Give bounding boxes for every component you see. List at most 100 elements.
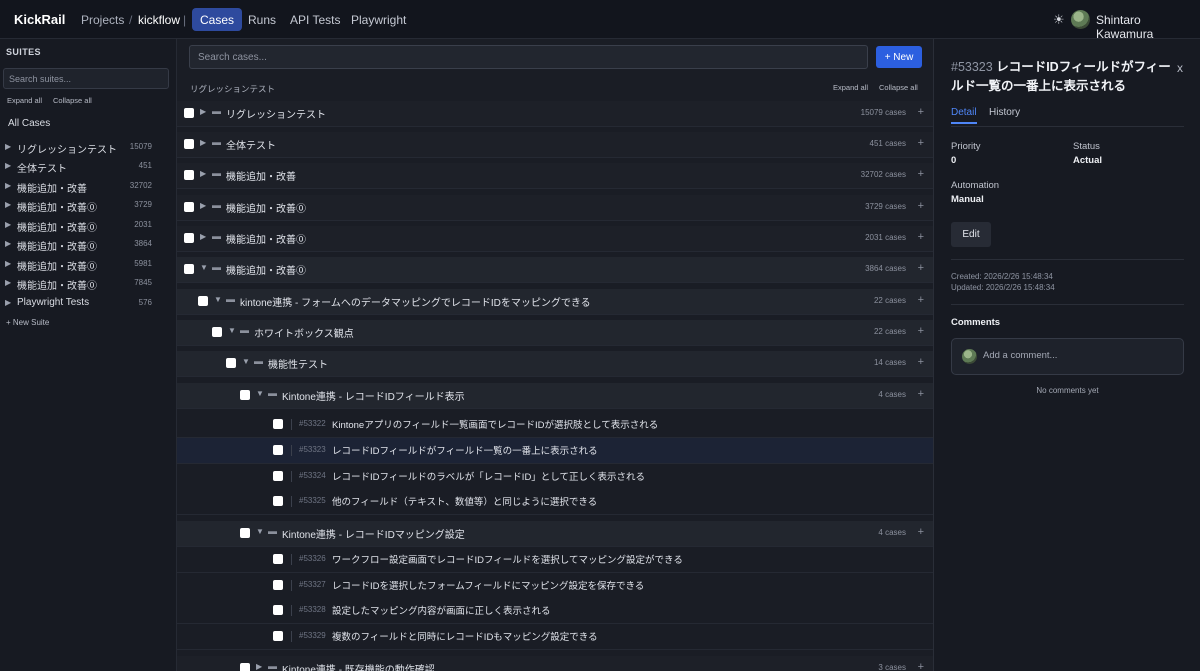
nav-projects-link[interactable]: Projects <box>81 13 124 27</box>
chevron-right-icon[interactable]: ▶ <box>5 142 11 151</box>
case-row[interactable]: #53322 Kintoneアプリのフィールド一覧画面でレコードIDが選択肢とし… <box>177 412 933 438</box>
sidebar-suite-item[interactable]: ▶ 機能追加・改善 32702 <box>0 179 176 198</box>
folder-row[interactable]: ▼ ▬ 機能追加・改善⓪ 3864 cases + <box>177 257 933 283</box>
row-checkbox[interactable] <box>240 528 250 538</box>
chevron-right-icon[interactable]: ▶ <box>200 232 206 241</box>
folder-row[interactable]: ▼ ▬ Kintone連携 - レコードIDマッピング設定 4 cases + <box>177 521 933 547</box>
row-checkbox[interactable] <box>226 358 236 368</box>
row-checkbox[interactable] <box>273 631 283 641</box>
row-checkbox[interactable] <box>184 264 194 274</box>
case-row[interactable]: #53329 複数のフィールドと同時にレコードIDもマッピング設定できる <box>177 624 933 650</box>
case-title[interactable]: レコードIDフィールドのラベルが「レコードID」として正しく表示される <box>332 469 645 483</box>
expand-all-button[interactable]: Expand all <box>833 83 868 92</box>
add-case-icon[interactable]: + <box>918 325 924 337</box>
user-name[interactable]: Shintaro Kawamura <box>1096 13 1200 41</box>
sidebar-collapse-all-button[interactable]: Collapse all <box>53 96 92 105</box>
case-title[interactable]: 設定したマッピング内容が画面に正しく表示される <box>332 603 551 617</box>
case-search-input[interactable] <box>189 45 868 69</box>
sidebar-suite-item[interactable]: ▶ 機能追加・改善⓪ 2031 <box>0 218 176 237</box>
chevron-down-icon[interactable]: ▼ <box>200 263 208 272</box>
case-row[interactable]: #53326 ワークフロー設定画面でレコードIDフィールドを選択してマッピング設… <box>177 547 933 573</box>
add-case-icon[interactable]: + <box>918 356 924 368</box>
case-row[interactable]: #53327 レコードIDを選択したフォームフィールドにマッピング設定を保存でき… <box>177 573 933 599</box>
chevron-right-icon[interactable]: ▶ <box>200 138 206 147</box>
folder-row[interactable]: ▶ ▬ 全体テスト 451 cases + <box>177 132 933 158</box>
chevron-right-icon[interactable]: ▶ <box>5 298 11 307</box>
row-checkbox[interactable] <box>273 445 283 455</box>
row-checkbox[interactable] <box>184 108 194 118</box>
row-checkbox[interactable] <box>273 496 283 506</box>
chevron-right-icon[interactable]: ▶ <box>5 161 11 170</box>
case-title[interactable]: 複数のフィールドと同時にレコードIDもマッピング設定できる <box>332 629 598 643</box>
new-case-button[interactable]: + New <box>876 46 922 68</box>
sidebar-suite-item[interactable]: ▶ 機能追加・改善⓪ 3864 <box>0 237 176 256</box>
chevron-right-icon[interactable]: ▶ <box>200 107 206 116</box>
chevron-right-icon[interactable]: ▶ <box>5 239 11 248</box>
row-checkbox[interactable] <box>212 327 222 337</box>
case-title[interactable]: 他のフィールド（テキスト、数値等）と同じように選択できる <box>332 494 597 508</box>
case-title[interactable]: レコードIDを選択したフォームフィールドにマッピング設定を保存できる <box>332 578 644 592</box>
sidebar-suite-item[interactable]: ▶ 機能追加・改善⓪ 7845 <box>0 276 176 295</box>
chevron-right-icon[interactable]: ▶ <box>200 169 206 178</box>
add-case-icon[interactable]: + <box>918 526 924 538</box>
chevron-right-icon[interactable]: ▶ <box>5 181 11 190</box>
add-case-icon[interactable]: + <box>918 661 924 671</box>
sidebar-expand-all-button[interactable]: Expand all <box>7 96 42 105</box>
add-case-icon[interactable]: + <box>918 168 924 180</box>
tab-detail[interactable]: Detail <box>951 107 977 124</box>
folder-row[interactable]: ▶ ▬ Kintone連携 - 既存機能の動作確認 3 cases + <box>177 656 933 671</box>
all-cases-link[interactable]: All Cases <box>8 118 50 129</box>
folder-row[interactable]: ▼ ▬ ホワイトボックス観点 22 cases + <box>177 320 933 346</box>
row-checkbox[interactable] <box>198 296 208 306</box>
case-title[interactable]: レコードIDフィールドがフィールド一覧の一番上に表示される <box>332 443 598 457</box>
add-case-icon[interactable]: + <box>918 106 924 118</box>
sidebar-suite-item[interactable]: ▶ Playwright Tests 576 <box>0 296 176 315</box>
user-avatar[interactable] <box>1071 10 1090 29</box>
sidebar-suite-item[interactable]: ▶ 全体テスト 451 <box>0 159 176 178</box>
chevron-right-icon[interactable]: ▶ <box>200 201 206 210</box>
row-checkbox[interactable] <box>273 605 283 615</box>
nav-project-name[interactable]: kickflow <box>138 13 180 27</box>
chevron-right-icon[interactable]: ▶ <box>5 220 11 229</box>
chevron-down-icon[interactable]: ▼ <box>214 295 222 304</box>
comment-input[interactable]: Add a comment... <box>951 338 1184 375</box>
folder-row[interactable]: ▶ ▬ 機能追加・改善⓪ 2031 cases + <box>177 226 933 252</box>
folder-row[interactable]: ▶ ▬ 機能追加・改善 32702 cases + <box>177 163 933 189</box>
nav-tab-api-tests[interactable]: API Tests <box>290 13 340 27</box>
folder-row[interactable]: ▶ ▬ 機能追加・改善⓪ 3729 cases + <box>177 195 933 221</box>
collapse-all-button[interactable]: Collapse all <box>879 83 918 92</box>
row-checkbox[interactable] <box>184 170 194 180</box>
row-checkbox[interactable] <box>273 580 283 590</box>
brand-logo[interactable]: KickRail <box>14 12 65 27</box>
nav-tab-runs[interactable]: Runs <box>248 13 276 27</box>
new-suite-button[interactable]: + New Suite <box>6 318 49 327</box>
sidebar-suite-item[interactable]: ▶ 機能追加・改善⓪ 3729 <box>0 198 176 217</box>
row-checkbox[interactable] <box>184 233 194 243</box>
chevron-down-icon[interactable]: ▼ <box>256 527 264 536</box>
case-title[interactable]: ワークフロー設定画面でレコードIDフィールドを選択してマッピング設定ができる <box>332 552 683 566</box>
chevron-right-icon[interactable]: ▶ <box>5 200 11 209</box>
nav-tab-playwright[interactable]: Playwright <box>351 13 406 27</box>
theme-toggle-sun-icon[interactable]: ☀ <box>1053 12 1065 28</box>
case-row-selected[interactable]: #53323 レコードIDフィールドがフィールド一覧の一番上に表示される <box>177 438 933 464</box>
close-icon[interactable]: x <box>1177 61 1183 75</box>
row-checkbox[interactable] <box>184 139 194 149</box>
row-checkbox[interactable] <box>184 202 194 212</box>
add-case-icon[interactable]: + <box>918 294 924 306</box>
case-title[interactable]: Kintoneアプリのフィールド一覧画面でレコードIDが選択肢として表示される <box>332 417 658 431</box>
row-checkbox[interactable] <box>240 663 250 671</box>
row-checkbox[interactable] <box>273 419 283 429</box>
case-row[interactable]: #53328 設定したマッピング内容が画面に正しく表示される <box>177 598 933 624</box>
chevron-down-icon[interactable]: ▼ <box>242 357 250 366</box>
row-checkbox[interactable] <box>273 554 283 564</box>
add-case-icon[interactable]: + <box>918 137 924 149</box>
suite-search-input[interactable] <box>3 68 169 89</box>
add-case-icon[interactable]: + <box>918 388 924 400</box>
case-row[interactable]: #53325 他のフィールド（テキスト、数値等）と同じように選択できる <box>177 489 933 515</box>
chevron-right-icon[interactable]: ▶ <box>256 662 262 671</box>
add-case-icon[interactable]: + <box>918 231 924 243</box>
sidebar-suite-item[interactable]: ▶ リグレッションテスト 15079 <box>0 140 176 159</box>
sidebar-suite-item[interactable]: ▶ 機能追加・改善⓪ 5981 <box>0 257 176 276</box>
row-checkbox[interactable] <box>240 390 250 400</box>
add-case-icon[interactable]: + <box>918 200 924 212</box>
